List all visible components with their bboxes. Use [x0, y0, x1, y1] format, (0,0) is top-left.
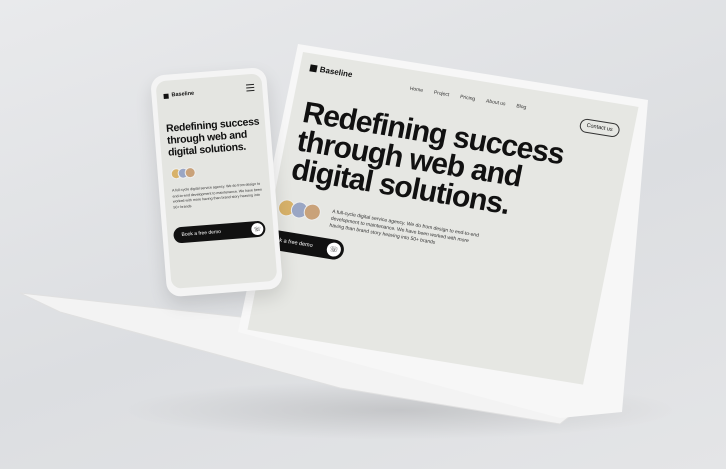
logo-icon [163, 93, 169, 99]
laptop-brand[interactable]: Baseline [309, 63, 353, 79]
laptop-screen: Baseline Home Project Pricing About us B… [247, 52, 639, 385]
brand-name: Baseline [171, 90, 195, 99]
brand-name: Baseline [319, 65, 354, 80]
nav-blog[interactable]: Blog [516, 103, 527, 111]
contact-us-button[interactable]: Contact us [578, 117, 621, 139]
phone-screen: Baseline Redefining success through web … [155, 73, 278, 289]
phone-device: Baseline Redefining success through web … [150, 66, 284, 298]
logo-icon [309, 64, 318, 73]
phone-brand[interactable]: Baseline [163, 91, 194, 99]
avatar-group [170, 166, 197, 180]
hamburger-menu-icon[interactable] [245, 83, 255, 94]
book-demo-button[interactable]: Book a free demo ☏ [172, 220, 266, 244]
phone-headline: Redefining success through web and digit… [166, 116, 262, 159]
nav-about[interactable]: About us [485, 98, 506, 107]
phone-call-icon: ☏ [325, 241, 343, 258]
phone-call-icon: ☏ [250, 222, 264, 236]
avatar-group [276, 198, 323, 222]
laptop-headline: Redefining success through web and digit… [289, 96, 567, 226]
nav-home[interactable]: Home [409, 86, 423, 94]
avatar [184, 166, 197, 179]
cta-label: Book a free demo [181, 228, 222, 239]
nav-pricing[interactable]: Pricing [459, 94, 475, 102]
nav-project[interactable]: Project [433, 90, 450, 98]
avatar [302, 202, 323, 222]
phone-description: A full-cycle digital service agency. We … [171, 181, 263, 210]
laptop-description: A full-cycle digital service agency. We … [328, 208, 480, 246]
laptop-nav: Home Project Pricing About us Blog [409, 86, 527, 111]
